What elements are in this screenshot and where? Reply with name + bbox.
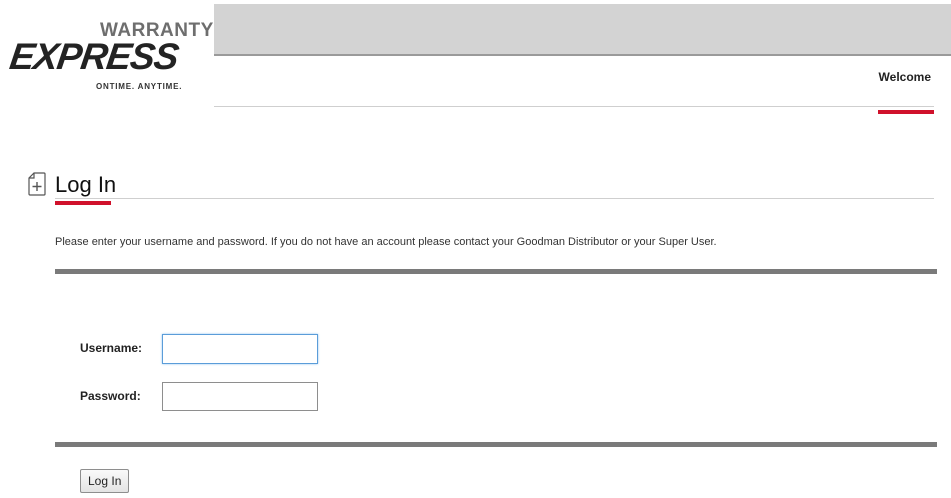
logo-tagline: ONTIME. ANYTIME. [96,82,183,91]
new-document-icon [28,172,46,196]
title-accent-underline [55,201,111,205]
username-label: Username: [80,341,143,355]
login-button[interactable]: Log In [80,469,130,493]
password-label: Password: [80,389,141,403]
title-divider [55,198,934,199]
form-top-divider [55,269,937,274]
page-title: Log In [55,172,117,197]
nav-divider [214,106,934,107]
username-input[interactable] [162,334,318,364]
login-instructions: Please enter your username and password.… [55,236,717,248]
warranty-express-logo[interactable]: WARRANTY EXPRESS ONTIME. ANYTIME. [0,10,213,91]
nav-item-welcome[interactable]: Welcome [879,70,931,84]
password-input[interactable] [162,382,318,411]
form-bottom-divider [55,442,937,447]
nav-active-indicator [878,110,934,114]
header-banner [214,4,951,56]
logo-express-text: EXPRESS [7,36,181,77]
